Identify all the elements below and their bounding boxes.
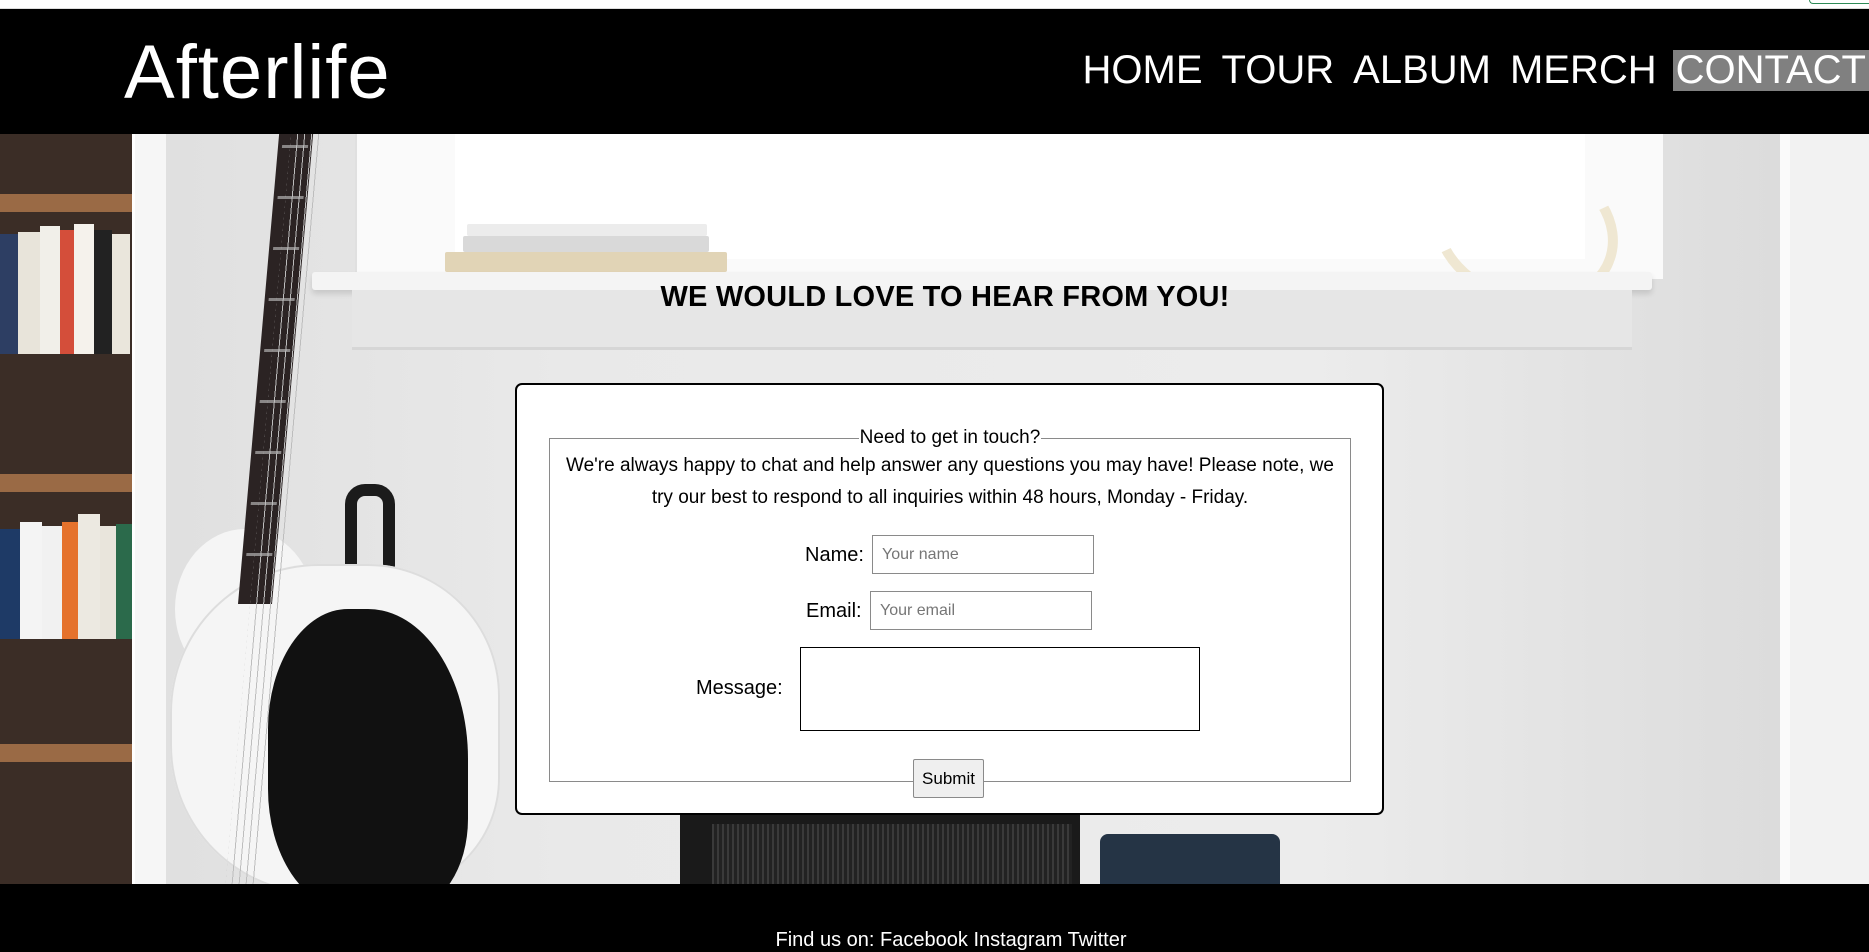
- nav-contact[interactable]: CONTACT: [1672, 50, 1869, 91]
- site-footer: Find us on: Facebook Instagram Twitter: [0, 884, 1869, 951]
- nav-tour[interactable]: TOUR: [1219, 50, 1338, 91]
- browser-top-strip: [0, 0, 1869, 9]
- name-label: Name:: [805, 544, 864, 566]
- message-textarea[interactable]: [800, 647, 1200, 731]
- books-on-sill-image: [445, 216, 727, 272]
- nav-album[interactable]: ALBUM: [1350, 50, 1494, 91]
- contact-form-card: Need to get in touch? We're always happy…: [515, 383, 1384, 815]
- fieldset-legend: Need to get in touch?: [859, 427, 1041, 448]
- contact-fieldset: Need to get in touch? We're always happy…: [549, 427, 1351, 798]
- door-frame: [1780, 134, 1869, 884]
- boxes-image: [1100, 834, 1280, 884]
- nav-merch[interactable]: MERCH: [1507, 50, 1660, 91]
- amplifier-grill: [712, 824, 1072, 884]
- shelf-post: [132, 134, 166, 884]
- corner-accent: [1809, 0, 1869, 4]
- main-nav: HOME TOUR ALBUM MERCH CONTACT: [1067, 50, 1869, 91]
- form-rows: Name: Email: Message: Submit: [550, 449, 1350, 799]
- email-label: Email:: [806, 600, 862, 622]
- bookshelf-image: [0, 134, 135, 884]
- nav-home[interactable]: HOME: [1080, 50, 1206, 91]
- footer-social: Find us on: Facebook Instagram Twitter: [0, 929, 1869, 952]
- submit-button[interactable]: Submit: [913, 759, 984, 798]
- message-label: Message:: [696, 677, 783, 699]
- site-logo[interactable]: Afterlife: [124, 29, 391, 116]
- email-input[interactable]: [870, 591, 1092, 630]
- name-input[interactable]: [872, 535, 1094, 574]
- site-header: Afterlife HOME TOUR ALBUM MERCH CONTACT: [0, 9, 1869, 134]
- page-heading: WE WOULD LOVE TO HEAR FROM YOU!: [660, 281, 1230, 313]
